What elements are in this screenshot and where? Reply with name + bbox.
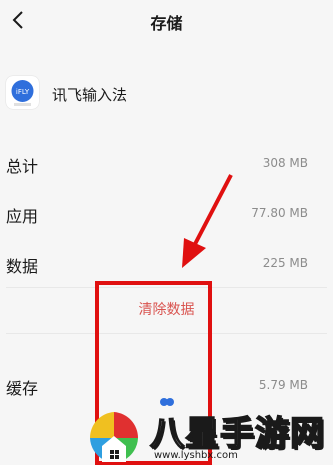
- row-label: 数据: [6, 257, 39, 276]
- app-header: iFLY 讯飞输入法: [0, 64, 333, 120]
- row-label: 总计: [6, 157, 39, 176]
- storage-row-data: 数据 225 MB: [0, 245, 333, 285]
- storage-row-app: 应用 77.80 MB: [0, 195, 333, 235]
- row-value: 5.79 MB: [258, 378, 308, 392]
- row-value: 225 MB: [262, 256, 308, 270]
- row-value: 77.80 MB: [251, 206, 308, 220]
- svg-text:iFLY: iFLY: [16, 88, 30, 96]
- top-bar: 存储: [0, 0, 333, 40]
- storage-row-total: 总计 308 MB: [0, 145, 333, 185]
- site-watermark: 八星手游网 www.lyshbx.com: [80, 404, 333, 465]
- watermark-url: www.lyshbx.com: [154, 450, 238, 461]
- row-label: 缓存: [6, 379, 39, 398]
- watermark-text: 八星手游网: [149, 413, 325, 455]
- watermark-logo: [89, 412, 139, 462]
- page-title: 存储: [150, 14, 183, 33]
- row-value: 308 MB: [262, 156, 308, 170]
- app-name: 讯飞输入法: [52, 86, 128, 104]
- annotation-arrow: [182, 174, 233, 268]
- app-icon: iFLY: [6, 76, 39, 109]
- row-label: 应用: [6, 207, 39, 226]
